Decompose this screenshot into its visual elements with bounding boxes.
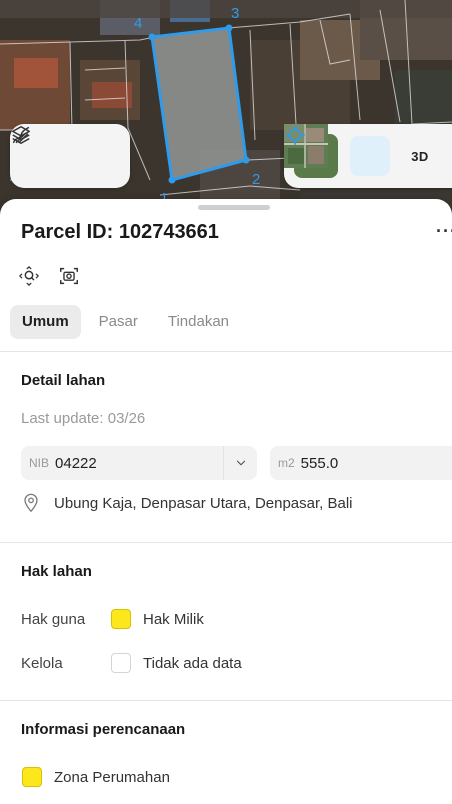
- sheet-drag-handle[interactable]: [198, 205, 270, 210]
- divider: [0, 700, 452, 701]
- parcel-tools: [18, 265, 80, 287]
- address-text: Ubung Kaja, Denpasar Utara, Denpasar, Ba…: [54, 494, 353, 512]
- 3d-view-button[interactable]: 3D: [402, 149, 438, 164]
- chevron-down-icon: [236, 460, 245, 466]
- layers-button[interactable]: [12, 126, 60, 171]
- parcel-detail-sheet: Parcel ID: 102743661 ··· Umum Pasar Tind…: [0, 199, 452, 804]
- tab-umum[interactable]: Umum: [10, 305, 81, 339]
- tab-pasar[interactable]: Pasar: [87, 305, 150, 339]
- area-field: m2 555.0: [270, 446, 452, 480]
- map-view-panel: 3D: [284, 124, 452, 188]
- area-value: 555.0: [300, 454, 339, 472]
- area-prefix: m2: [278, 456, 295, 470]
- section-title-detail: Detail lahan: [21, 372, 106, 389]
- draw-button[interactable]: [12, 126, 112, 171]
- color-swatch: [22, 767, 42, 787]
- last-update-text: Last update: 03/26: [21, 410, 146, 427]
- camera-frame-icon: [60, 267, 78, 285]
- location-pin-icon: [24, 493, 38, 513]
- nib-dropdown-button[interactable]: [223, 446, 257, 480]
- color-swatch: [111, 653, 131, 673]
- section-title-planning: Informasi perencanaan: [21, 721, 186, 738]
- locate-button[interactable]: [285, 125, 390, 176]
- nib-prefix: NIB: [29, 456, 50, 470]
- tab-tindakan[interactable]: Tindakan: [156, 305, 241, 339]
- vertex-label-4: 4: [134, 15, 142, 32]
- detail-tabs: Umum Pasar Tindakan: [10, 305, 241, 339]
- divider: [0, 542, 452, 543]
- rights-row-kelola: Kelola Tidak ada data: [21, 653, 242, 673]
- zoom-to-parcel-button[interactable]: [18, 265, 40, 287]
- rights-key: Hak guna: [21, 610, 86, 628]
- address-row: Ubung Kaja, Denpasar Utara, Denpasar, Ba…: [22, 493, 353, 513]
- vertex-label-2: 2: [252, 171, 260, 188]
- more-options-button[interactable]: ···: [436, 221, 452, 242]
- screenshot-button[interactable]: [58, 265, 80, 287]
- parcel-title: Parcel ID: 102743661: [21, 221, 219, 243]
- nib-value: 04222: [55, 454, 97, 472]
- vertex-label-3: 3: [231, 5, 239, 22]
- rights-key: Kelola: [21, 654, 63, 672]
- zoom-extent-icon: [19, 266, 39, 286]
- nib-select[interactable]: NIB 04222: [21, 446, 257, 480]
- crosshair-icon: [285, 125, 305, 145]
- draw-icon: [12, 126, 30, 144]
- zone-label: Zona Perumahan: [54, 768, 170, 786]
- rights-row-hak-guna: Hak guna Hak Milik: [21, 609, 204, 629]
- divider: [0, 351, 452, 352]
- section-title-rights: Hak lahan: [21, 563, 92, 580]
- rights-value: Tidak ada data: [143, 654, 242, 672]
- color-swatch: [111, 609, 131, 629]
- zone-row: Zona Perumahan: [22, 767, 170, 787]
- map-view[interactable]: 4 3 2 1: [0, 0, 452, 215]
- map-tools-panel: [10, 124, 130, 188]
- rights-value: Hak Milik: [143, 610, 204, 628]
